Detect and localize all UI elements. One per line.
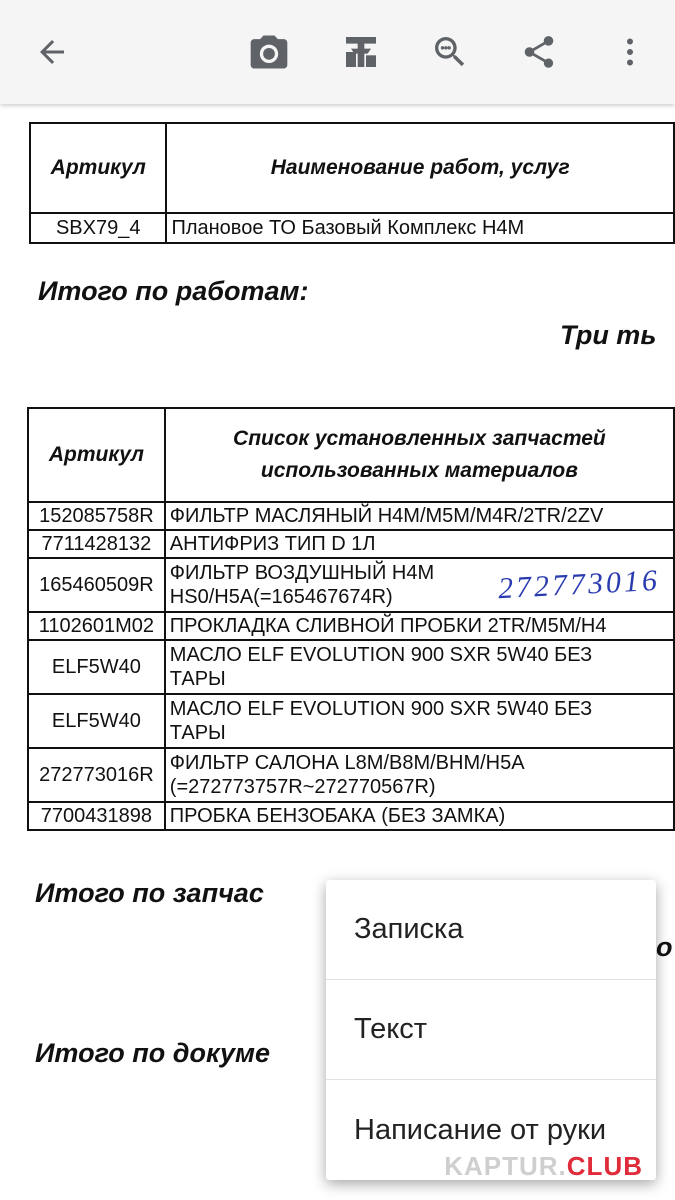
part-code-cell: 1102601M02 [27, 611, 166, 641]
menu-item-text[interactable]: Текст [326, 980, 656, 1080]
zoom-search-icon [435, 37, 465, 67]
parts-table-header-row: Артикул Список установленных запчастей и… [27, 407, 675, 503]
part-name-cell: ФИЛЬТР САЛОНА L8M/B8M/BHM/H5A (=27277375… [163, 747, 675, 803]
part-code-cell: ELF5W40 [27, 639, 166, 695]
part-code-cell: ELF5W40 [27, 693, 166, 749]
part-code-cell: 7700431898 [27, 801, 166, 831]
back-arrow-icon [40, 40, 64, 64]
part-name-line: (=272773757R~272770567R) [169, 776, 436, 798]
total-parts-value: о [656, 932, 673, 962]
works-name-cell: Плановое ТО Базовый Комплекс Н4М [165, 212, 675, 244]
parts-header-line-1: Список установленных запчастей [233, 427, 606, 450]
share-icon [524, 36, 554, 68]
table-row: 7711428132 АНТИФРИЗ ТИП D 1Л [27, 529, 675, 559]
table-row: 272773016R ФИЛЬТР САЛОНА L8M/B8M/BHM/H5A… [27, 747, 675, 803]
part-name-cell: МАСЛО ELF EVOLUTION 900 SXR 5W40 БЕЗ ТАР… [163, 693, 675, 749]
watermark-part-2: CLUB [566, 1151, 643, 1181]
menu-item-note[interactable]: Записка [326, 880, 656, 980]
parts-col-name-header: Список установленных запчастей использов… [163, 407, 675, 503]
part-name-line: ТАРЫ [169, 668, 226, 690]
works-table: Артикул Наименование работ, услуг SBX79_… [28, 122, 675, 244]
works-code-cell: SBX79_4 [28, 212, 168, 244]
total-doc-label: Итого по докуме [35, 1038, 270, 1068]
part-name-line: ТАРЫ [169, 722, 226, 744]
table-row: SBX79_4 Плановое ТО Базовый Комплекс Н4М [28, 212, 675, 244]
camera-icon [250, 35, 288, 69]
total-works-value: Три ть [560, 320, 657, 350]
part-name-cell: ПРОКЛАДКА СЛИВНОЙ ПРОБКИ 2TR/M5M/H4 [163, 611, 675, 641]
part-name-cell: АНТИФРИЗ ТИП D 1Л [163, 529, 675, 559]
zoom-search-button[interactable] [422, 22, 478, 82]
table-row: ELF5W40 МАСЛО ELF EVOLUTION 900 SXR 5W40… [27, 693, 675, 749]
table-row: 1102601M02 ПРОКЛАДКА СЛИВНОЙ ПРОБКИ 2TR/… [27, 611, 675, 641]
part-name-cell: ФИЛЬТР МАСЛЯНЫЙ H4M/M5M/M4R/2TR/2ZV [163, 501, 675, 531]
part-name-cell: ПРОБКА БЕНЗОБАКА (БЕЗ ЗАМКА) [163, 801, 675, 831]
back-button[interactable] [24, 22, 80, 82]
parts-header-line-2: использованных материалов [260, 459, 578, 482]
parts-col-code-header: Артикул [27, 407, 166, 503]
part-name-cell: МАСЛО ELF EVOLUTION 900 SXR 5W40 БЕЗ ТАР… [163, 639, 675, 695]
part-name-line: МАСЛО ELF EVOLUTION 900 SXR 5W40 БЕЗ [169, 644, 593, 666]
camera-button[interactable] [241, 22, 297, 82]
part-code-cell: 152085758R [27, 501, 166, 531]
stamp-button[interactable] [333, 22, 389, 82]
part-code-cell: 165460509R [27, 557, 166, 613]
annotation-menu: Записка Текст Написание от руки [326, 880, 656, 1180]
table-row: ELF5W40 МАСЛО ELF EVOLUTION 900 SXR 5W40… [27, 639, 675, 695]
part-code-cell: 272773016R [27, 747, 166, 803]
app-toolbar [0, 0, 675, 104]
stamp-icon [346, 37, 376, 67]
table-row: 152085758R ФИЛЬТР МАСЛЯНЫЙ H4M/M5M/M4R/2… [27, 501, 675, 531]
total-parts-label: Итого по запчас [35, 878, 264, 908]
part-name-line: МАСЛО ELF EVOLUTION 900 SXR 5W40 БЕЗ [169, 698, 593, 720]
watermark-part-1: KAPTUR. [444, 1151, 567, 1181]
works-col-code-header: Артикул [28, 122, 168, 214]
site-watermark: KAPTUR.CLUB [444, 1151, 643, 1182]
works-table-header-row: Артикул Наименование работ, услуг [28, 122, 675, 214]
more-vert-icon [627, 38, 633, 66]
part-code-cell: 7711428132 [27, 529, 166, 559]
parts-table: Артикул Список установленных запчастей и… [27, 407, 675, 831]
total-works-label: Итого по работам: [38, 276, 309, 306]
works-col-name-header: Наименование работ, услуг [165, 122, 675, 214]
table-row: 7700431898 ПРОБКА БЕНЗОБАКА (БЕЗ ЗАМКА) [27, 801, 675, 831]
share-button[interactable] [511, 22, 567, 82]
part-name-line: ФИЛЬТР САЛОНА L8M/B8M/BHM/H5A [169, 752, 525, 774]
more-options-button[interactable] [602, 22, 658, 82]
